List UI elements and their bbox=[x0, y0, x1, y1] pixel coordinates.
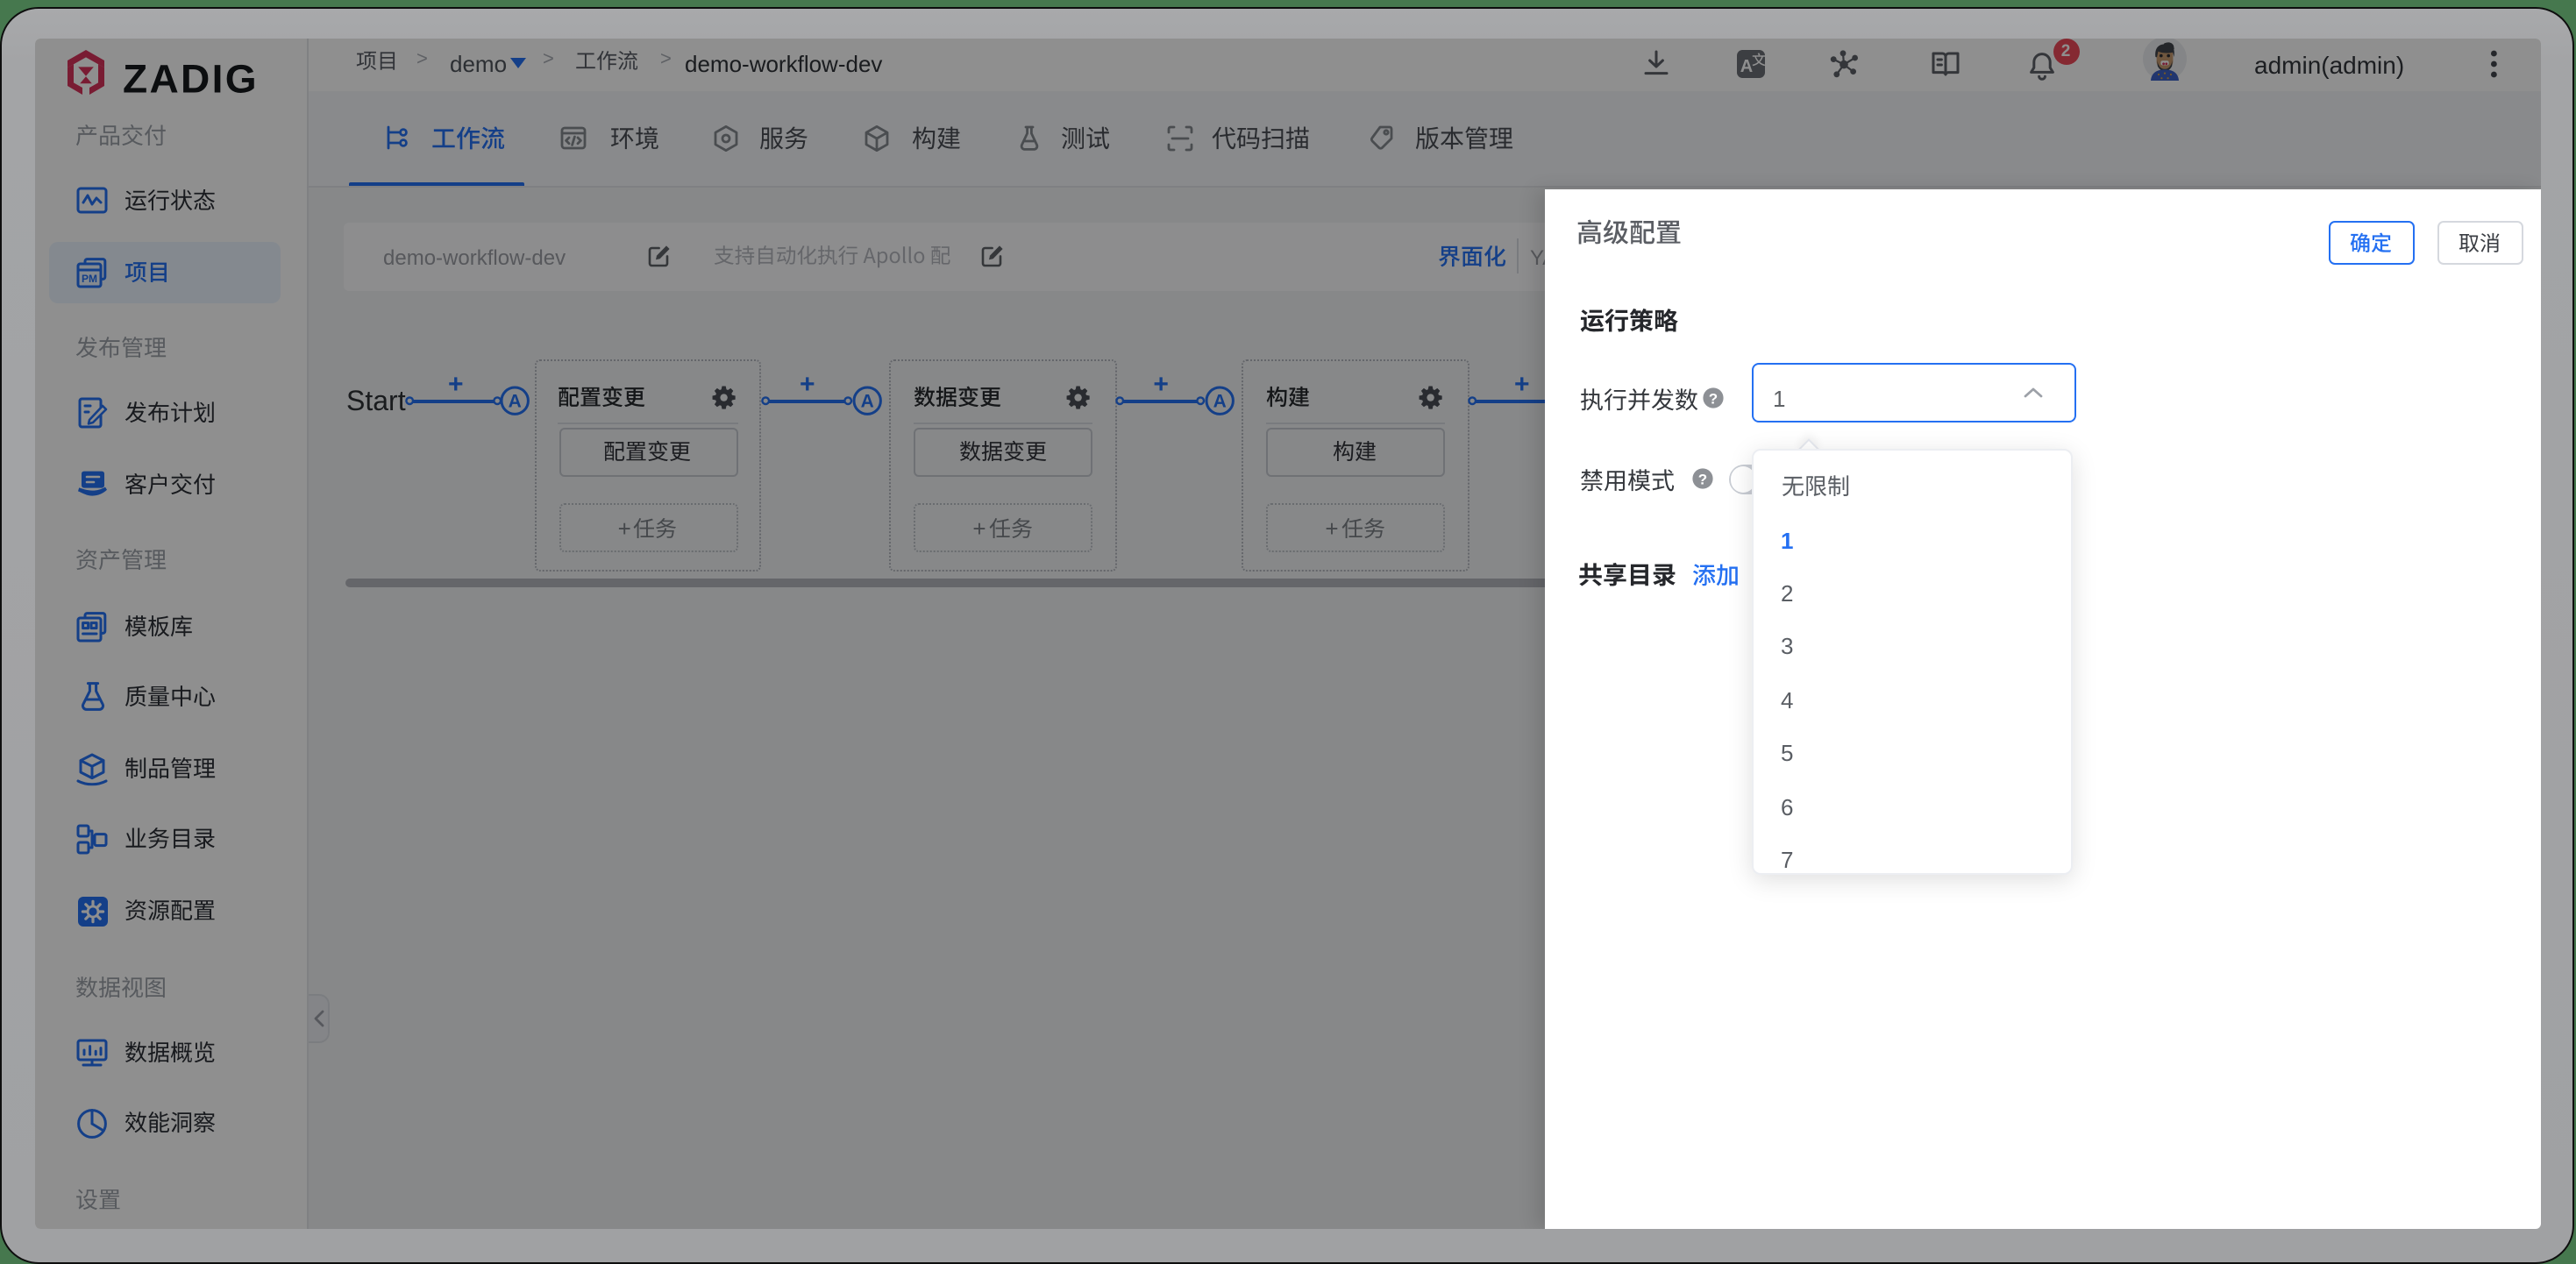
svg-text:?: ? bbox=[1708, 390, 1717, 407]
svg-text:?: ? bbox=[1697, 470, 1706, 486]
